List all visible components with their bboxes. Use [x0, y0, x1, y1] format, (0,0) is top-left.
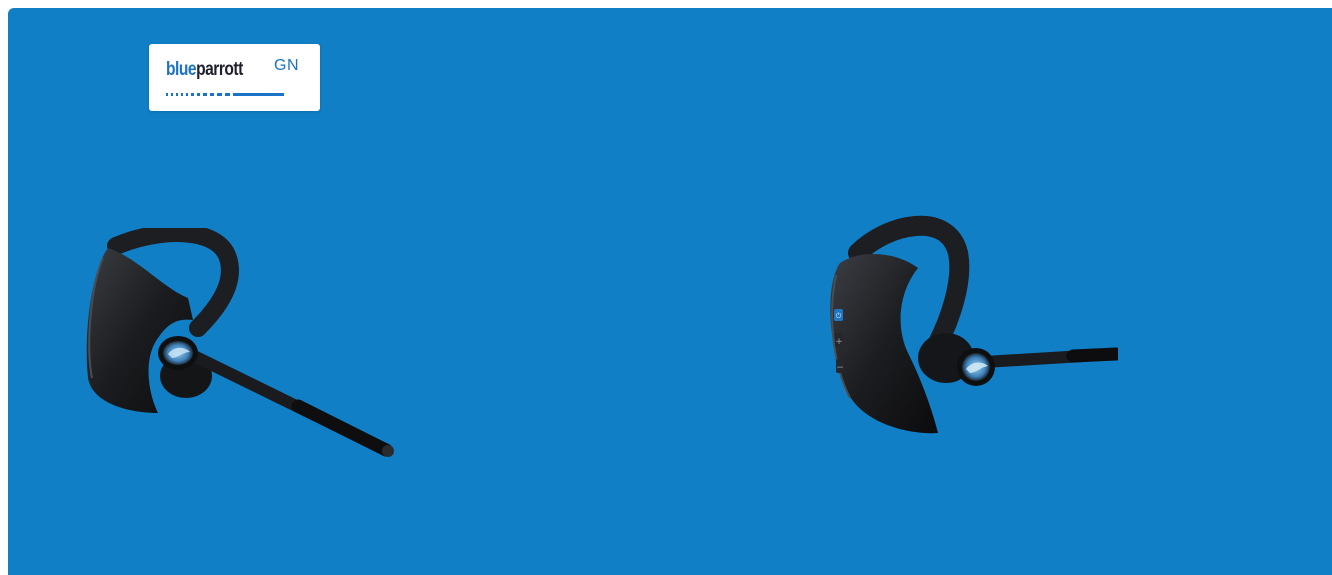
- logo-wordmark: blueparrott: [166, 59, 243, 81]
- svg-text:⏻: ⏻: [836, 312, 842, 320]
- logo-dotted-underline-icon: [166, 93, 284, 96]
- svg-text:+: +: [835, 337, 843, 347]
- logo-word-parrott: parrott: [196, 59, 243, 80]
- headset-front-view: ⏻ + −: [830, 215, 1118, 434]
- logo-word-blue: blue: [166, 59, 197, 80]
- logo-gn: GN: [274, 57, 299, 74]
- brand-logo[interactable]: blueparrott GN: [149, 44, 320, 111]
- svg-text:−: −: [836, 363, 844, 373]
- headset-left-view: [86, 228, 394, 457]
- hero-banner: blueparrott GN ⏻ + −: [8, 8, 1332, 575]
